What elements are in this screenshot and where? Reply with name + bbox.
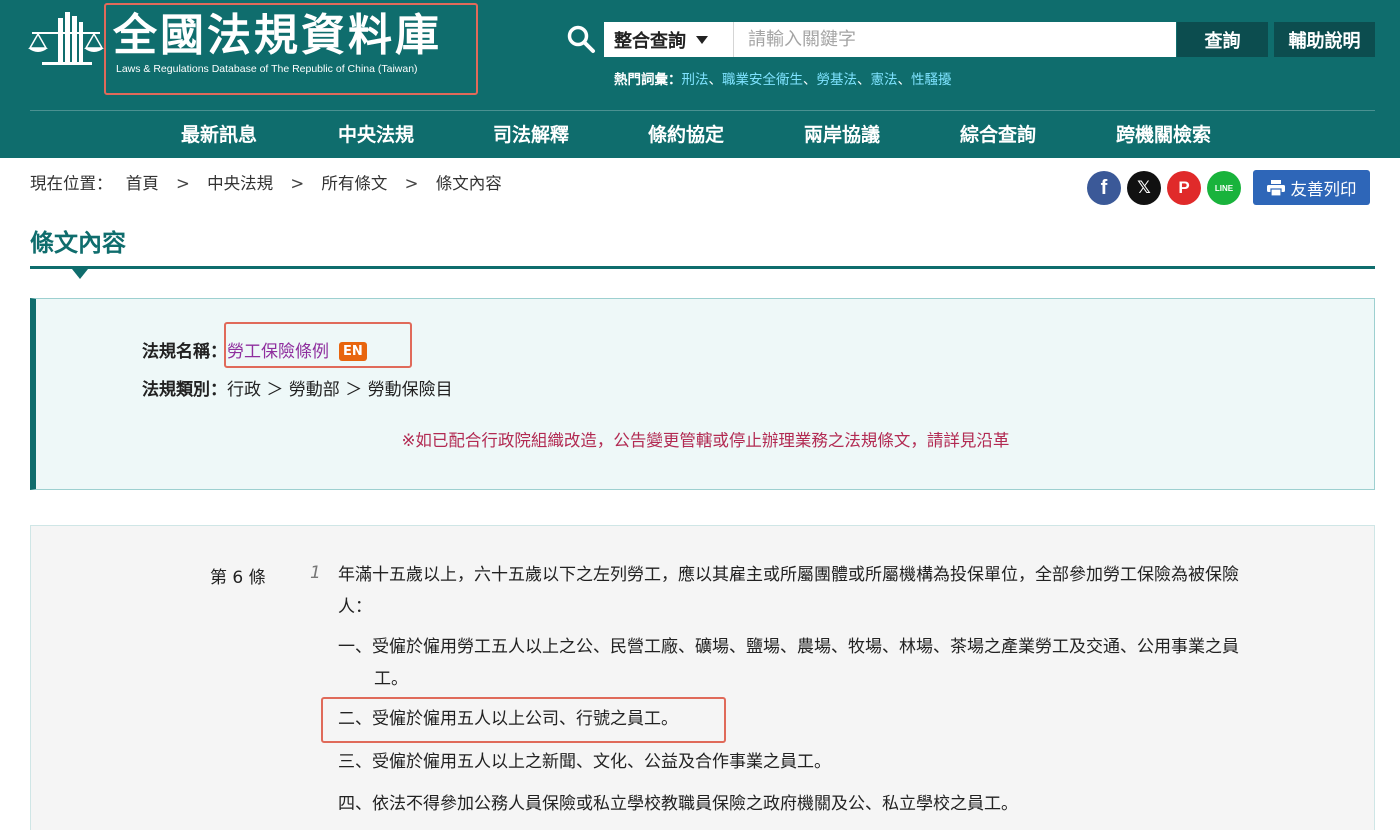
search-input[interactable]: [734, 22, 1176, 57]
breadcrumb-item-home[interactable]: 首頁: [126, 170, 159, 194]
justice-scale-logo-icon: [28, 12, 104, 65]
search-scope-select[interactable]: 整合查詢: [604, 22, 734, 57]
nav-item-cross-strait[interactable]: 兩岸協議: [804, 118, 880, 152]
main-nav: 最新訊息 中央法規 司法解釋 條約協定 兩岸協議 綜合查詢 跨機關檢索: [0, 118, 1400, 152]
law-name-highlight-box: [224, 322, 412, 368]
hot-term-link[interactable]: 憲法: [871, 72, 898, 88]
law-category-row: 法規類別：行政 ＞ 勞動部 ＞ 勞動保險目: [142, 375, 453, 400]
print-button[interactable]: 友善列印: [1253, 170, 1370, 205]
chevron-down-icon: [696, 35, 708, 44]
nav-item-latest-news[interactable]: 最新訊息: [181, 118, 257, 152]
reorganization-notice[interactable]: ※如已配合行政院組織改造，公告變更管轄或停止辦理業務之法規條文，請詳見沿革: [36, 427, 1375, 451]
title-divider-arrow: [72, 269, 88, 279]
article-item: 一、受僱於僱用勞工五人以上之公、民營工廠、礦場、鹽場、農場、牧場、林場、茶場之產…: [338, 637, 1239, 689]
site-logo-subtitle: Laws & Regulations Database of The Repub…: [116, 63, 418, 75]
hot-term-link[interactable]: 職業安全衛生: [722, 72, 803, 88]
hot-terms-label: 熱門詞彙：: [614, 72, 682, 88]
breadcrumb-item-current: 條文內容: [435, 174, 502, 193]
breadcrumb-label: 現在位置：: [30, 174, 113, 193]
search-icon: [567, 25, 595, 53]
article-text: 年滿十五歲以上，六十五歲以下之左列勞工，應以其雇主或所屬團體或所屬機構為投保單位…: [338, 565, 1239, 617]
help-button[interactable]: 輔助說明: [1274, 22, 1375, 57]
law-name-key: 法規名稱：: [142, 342, 227, 362]
article-item: 四、依法不得參加公務人員保險或私立學校教職員保險之政府機關及公、私立學校之員工。: [338, 794, 1018, 814]
printer-icon: [1266, 179, 1285, 196]
search-button[interactable]: 查詢: [1177, 22, 1268, 57]
article-item-highlight-box: [321, 697, 726, 743]
nav-item-combined-search[interactable]: 綜合查詢: [960, 118, 1036, 152]
site-header: 全國法規資料庫 Laws & Regulations Database of T…: [0, 0, 1400, 158]
site-logo-title[interactable]: 全國法規資料庫: [113, 10, 442, 62]
breadcrumb: 現在位置： 首頁 > 中央法規 > 所有條文 > 條文內容: [30, 170, 502, 194]
title-divider: [30, 266, 1375, 269]
search-scope-value: 整合查詢: [614, 30, 686, 52]
article-item: 三、受僱於僱用五人以上之新聞、文化、公益及合作事業之員工。: [338, 752, 831, 772]
law-category-key: 法規類別：: [142, 380, 227, 400]
x-share-icon[interactable]: 𝕏: [1127, 171, 1161, 205]
breadcrumb-item-all-articles[interactable]: 所有條文: [321, 170, 387, 194]
hot-terms: 熱門詞彙：刑法、職業安全衛生、勞基法、憲法、性騷擾: [614, 72, 952, 88]
nav-item-cross-agency-search[interactable]: 跨機關檢索: [1116, 118, 1211, 152]
hot-term-link[interactable]: 刑法: [682, 72, 709, 88]
page-title: 條文內容: [30, 229, 126, 257]
facebook-share-icon[interactable]: f: [1087, 171, 1121, 205]
header-divider: [30, 110, 1375, 111]
breadcrumb-item-central-laws[interactable]: 中央法規: [207, 170, 273, 194]
article-number: 第 6 條: [210, 568, 266, 588]
paragraph-number: 1: [310, 563, 321, 583]
line-share-icon[interactable]: LINE: [1207, 171, 1241, 205]
print-button-label: 友善列印: [1290, 179, 1357, 199]
hot-term-link[interactable]: 勞基法: [817, 72, 858, 88]
nav-item-judicial-interpretations[interactable]: 司法解釋: [493, 118, 569, 152]
law-category-value: 行政 ＞ 勞動部 ＞ 勞動保險目: [227, 380, 453, 400]
hot-term-link[interactable]: 性騷擾: [911, 72, 952, 88]
plurk-share-icon[interactable]: P: [1167, 171, 1201, 205]
nav-item-treaties[interactable]: 條約協定: [648, 118, 724, 152]
nav-item-central-laws[interactable]: 中央法規: [338, 118, 414, 152]
